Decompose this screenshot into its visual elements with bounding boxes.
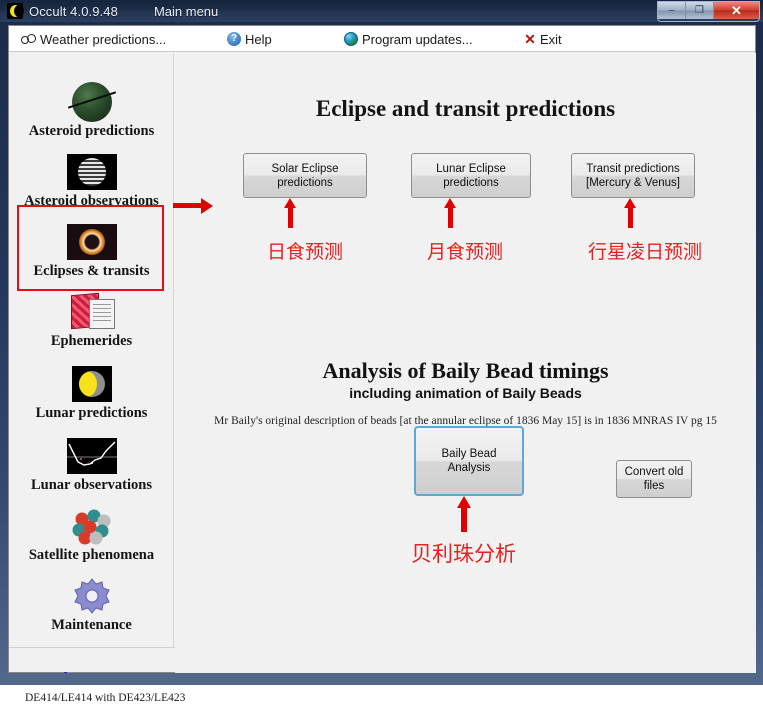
gear-icon xyxy=(72,577,112,615)
menu-item-help[interactable]: ? Help xyxy=(227,26,272,52)
sidebar-item-label: Lunar predictions xyxy=(35,405,148,421)
lunar-eclipse-predictions-button[interactable]: Lunar Eclipse predictions xyxy=(411,153,531,198)
annotation-text-solar: 日食预测 xyxy=(267,241,344,263)
maximize-button[interactable]: ❐ xyxy=(686,2,714,19)
help-circle-icon: ? xyxy=(227,32,241,46)
window-title: Occult 4.0.9.48 xyxy=(29,3,118,19)
sidebar-item-label: Ephemerides xyxy=(50,333,133,349)
menu-label: Exit xyxy=(540,31,562,47)
x-icon: ✕ xyxy=(524,30,536,47)
crescent-moon-icon xyxy=(71,366,112,402)
baily-section-subtitle: including animation of Baily Beads xyxy=(349,385,582,401)
sidebar-item-label: Asteroid predictions xyxy=(28,123,155,139)
sidebar-item-lunar-observations[interactable]: Lunar observations xyxy=(9,435,174,493)
sidebar-item-ephemerides[interactable]: Ephemerides xyxy=(9,291,174,349)
baily-bead-analysis-button[interactable]: Baily Bead Analysis xyxy=(414,426,524,496)
sidebar-item-lunar-predictions[interactable]: Lunar predictions xyxy=(9,363,174,421)
convert-old-files-button[interactable]: Convert old files xyxy=(616,460,692,498)
sidebar-item-label: Maintenance xyxy=(51,617,132,633)
molecule-cluster-icon xyxy=(70,507,114,545)
sidebar-item-asteroid-predictions[interactable]: Asteroid predictions xyxy=(9,81,174,139)
sidebar-item-satellite-phenomena[interactable]: Satellite phenomena xyxy=(9,505,174,563)
window-subtitle: Main menu xyxy=(153,3,219,19)
annotation-text-transit: 行星凌日预测 xyxy=(588,241,703,263)
annotation-text-baily: 贝利珠分析 xyxy=(411,542,516,566)
sidebar-item-label: Satellite phenomena xyxy=(28,547,155,563)
books-icon xyxy=(69,292,115,332)
main-content-pane: Eclipse and transit predictions Solar Ec… xyxy=(175,53,756,673)
solar-eclipse-icon xyxy=(66,224,117,260)
title-bar: Occult 4.0.9.48 Main menu – ❐ ✕ xyxy=(0,0,763,22)
menu-bar: Weather predictions... ? Help Program up… xyxy=(9,26,755,52)
close-icon: ✕ xyxy=(731,3,742,18)
menu-label: Weather predictions... xyxy=(40,31,167,47)
asteroid-orbit-icon xyxy=(71,82,112,122)
lightcurve-chart-icon xyxy=(66,438,117,474)
sidebar-item-label: Eclipses & transits xyxy=(33,263,150,279)
solar-eclipse-predictions-button[interactable]: Solar Eclipse predictions xyxy=(243,153,367,198)
moon-icon xyxy=(7,3,24,19)
close-button[interactable]: ✕ xyxy=(714,2,759,19)
sidebar-item-asteroid-observations[interactable]: Asteroid observations xyxy=(9,151,174,209)
baily-section-title: Analysis of Baily Bead timings xyxy=(322,358,609,383)
transit-predictions-button[interactable]: Transit predictions [Mercury & Venus] xyxy=(571,153,695,198)
sidebar-item-eclipses-and-transits[interactable]: Eclipses & transits xyxy=(9,221,174,279)
menu-item-weather-predictions[interactable]: Weather predictions... xyxy=(21,26,166,52)
striped-asteroid-icon xyxy=(66,154,117,190)
globe-icon xyxy=(344,32,358,46)
client-area: Weather predictions... ? Help Program up… xyxy=(8,25,756,704)
sidebar-navigation: Asteroid predictions Asteroid observatio… xyxy=(9,53,174,647)
annotation-text-lunar: 月食预测 xyxy=(427,241,504,263)
menu-label: Help xyxy=(245,31,272,47)
menu-label: Program updates... xyxy=(362,31,473,47)
minimize-button[interactable]: – xyxy=(658,2,686,19)
sidebar-item-label: Asteroid observations xyxy=(24,193,159,209)
sidebar-item-label: Lunar observations xyxy=(31,477,152,493)
menu-item-exit[interactable]: ✕ Exit xyxy=(524,26,562,52)
clouds-icon xyxy=(21,33,36,45)
ephemeris-version-text: DE414/LE414 with DE423/LE423 xyxy=(25,692,186,704)
maximize-icon: ❐ xyxy=(695,4,704,16)
minimize-icon: – xyxy=(668,4,675,16)
menu-item-program-updates[interactable]: Program updates... xyxy=(344,26,473,52)
window-controls: – ❐ ✕ xyxy=(657,1,760,22)
sidebar-item-maintenance[interactable]: Maintenance xyxy=(9,575,174,633)
application-window: Occult 4.0.9.48 Main menu – ❐ ✕ Weather … xyxy=(0,0,763,704)
page-title: Eclipse and transit predictions xyxy=(315,96,616,121)
